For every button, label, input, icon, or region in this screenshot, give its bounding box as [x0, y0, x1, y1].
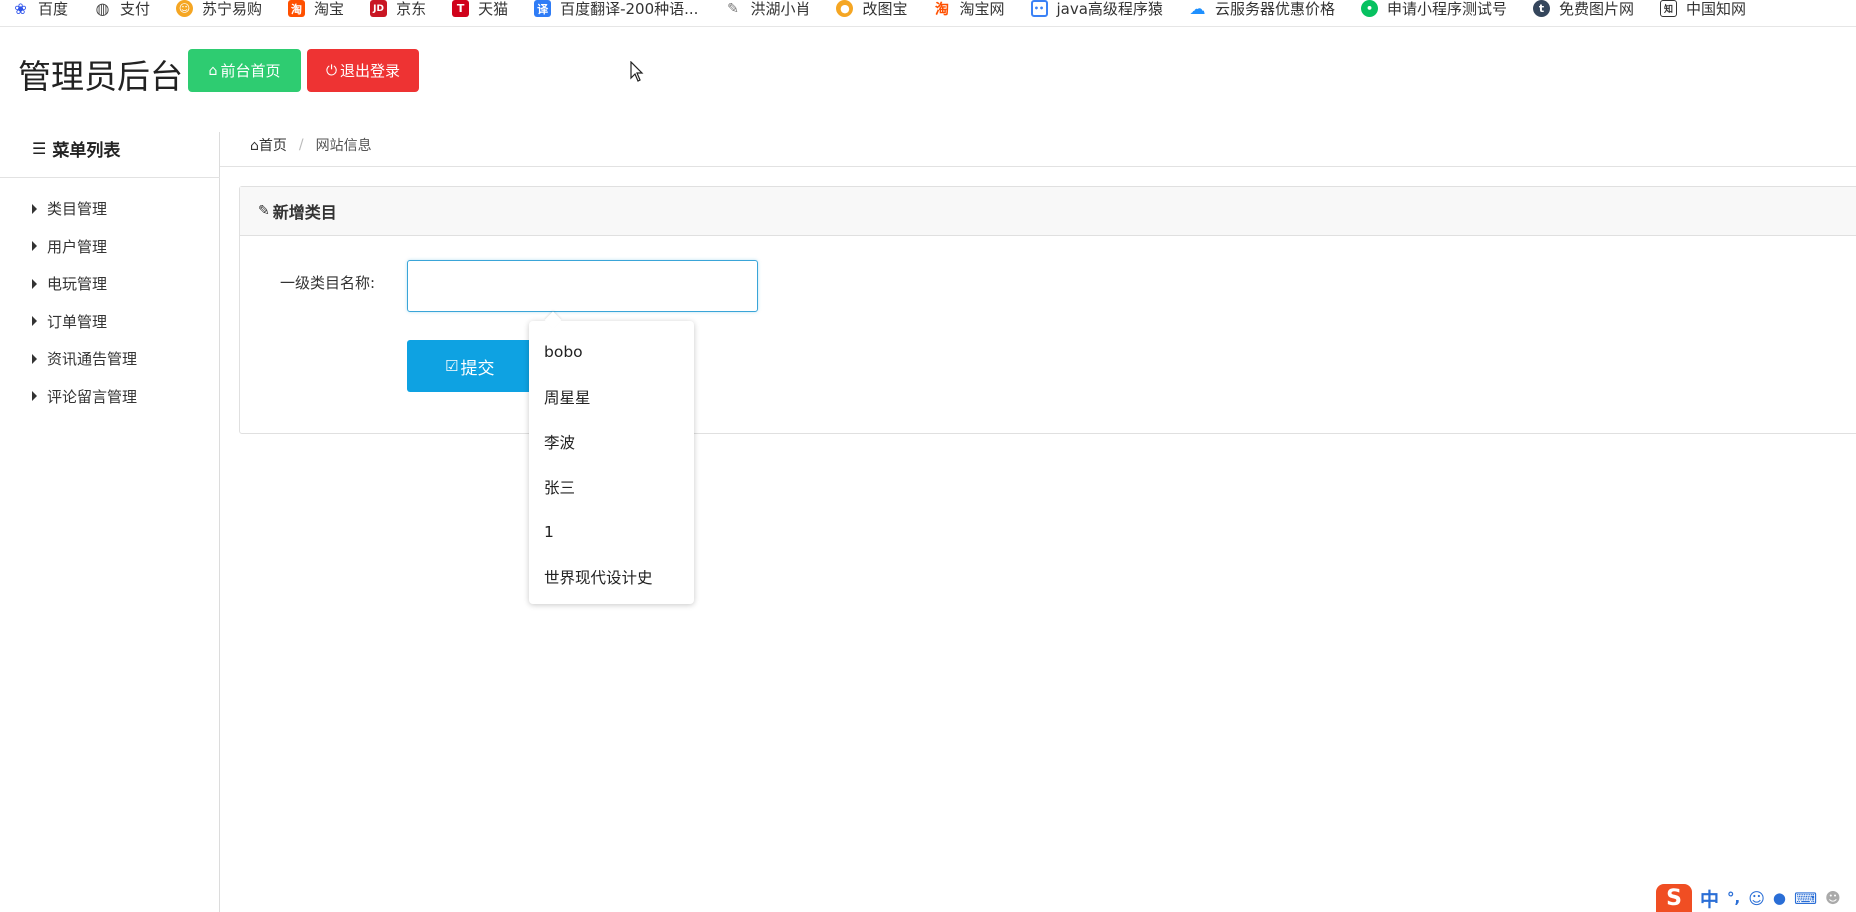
caret-right-icon — [32, 241, 37, 252]
breadcrumb-home[interactable]: ⌂首页 — [250, 135, 287, 155]
microphone-icon[interactable]: ● — [1773, 889, 1786, 907]
autocomplete-option[interactable]: 李波 — [529, 419, 694, 464]
user-icon[interactable]: ☻ — [1825, 889, 1841, 907]
baidu-paw-icon: ❀ — [12, 0, 29, 18]
admin-header: 管理员后台 ⌂ 前台首页 ⏻ 退出登录 — [0, 28, 1856, 132]
list-icon: ☰ — [32, 139, 47, 158]
bookmark-free-images[interactable]: t 免费图片网 — [1532, 0, 1634, 22]
sogou-logo-icon[interactable]: S — [1656, 884, 1692, 912]
menu-list-title: ☰ 菜单列表 — [32, 139, 121, 161]
ime-mode-toggle[interactable]: 中 — [1700, 885, 1719, 912]
mouse-cursor-icon — [630, 61, 644, 82]
autocomplete-option[interactable]: 周星星 — [529, 374, 694, 419]
caret-right-icon — [32, 353, 37, 364]
submit-button[interactable]: ☑ 提交 — [407, 340, 547, 392]
bookmark-java[interactable]: •• java高级程序猿 — [1030, 0, 1163, 22]
sidebar-item-games[interactable]: 电玩管理 — [0, 265, 220, 303]
emoji-icon[interactable]: ☺ — [1748, 889, 1765, 908]
bookmark-jd[interactable]: JD 京东 — [370, 0, 426, 22]
caret-right-icon — [32, 203, 37, 214]
image-edit-icon: ● — [836, 0, 854, 17]
add-category-panel: ✎ 新增类目 一级类目名称: ☑ 提交 — [239, 186, 1856, 434]
bookmark-suning[interactable]: ☺ 苏宁易购 — [176, 0, 262, 22]
sidebar-item-news[interactable]: 资讯通告管理 — [0, 340, 220, 378]
bird-icon: ✎ — [724, 0, 742, 17]
check-square-icon: ☑ — [445, 357, 459, 375]
sidebar: ☰ 菜单列表 类目管理 用户管理 电玩管理 订单管理 资讯通告管理 评论留言管理 — [0, 132, 220, 912]
caret-right-icon — [32, 391, 37, 402]
category-name-input[interactable] — [407, 260, 758, 312]
menu-divider — [0, 177, 220, 178]
breadcrumb: ⌂首页 / 网站信息 — [220, 124, 1856, 167]
home-icon: ⌂ — [250, 138, 259, 154]
bookmark-baidu-translate[interactable]: 译百度翻译-200种语... — [534, 0, 698, 22]
autocomplete-dropdown: bobo 周星星 李波 张三 1 世界现代设计史 — [529, 321, 694, 604]
bookmark-honghu[interactable]: ✎ 洪湖小肖 — [724, 0, 810, 22]
ime-toolbar: S 中 °, ☺ ● ⌨ ☻ — [1656, 884, 1856, 912]
bookmark-baidu[interactable]: ❀ 百度 — [12, 0, 68, 22]
cnki-icon: 知 — [1659, 0, 1677, 17]
autocomplete-option[interactable]: 张三 — [529, 464, 694, 509]
bookmark-gaitubao[interactable]: ● 改图宝 — [836, 0, 907, 22]
jd-icon: JD — [370, 0, 388, 17]
tmall-icon: T — [452, 0, 470, 17]
autocomplete-option[interactable]: bobo — [529, 329, 694, 374]
bookmark-taobao-net[interactable]: 淘淘宝网 — [933, 0, 1005, 22]
taobao-icon: 淘 — [288, 0, 306, 17]
autocomplete-option[interactable]: 世界现代设计史 — [529, 554, 694, 599]
taobao-icon: 淘 — [933, 0, 951, 18]
cloud-icon: ☁ — [1188, 0, 1206, 18]
page-title: 管理员后台 — [18, 57, 183, 96]
bookmark-taobao[interactable]: 淘淘宝 — [288, 0, 344, 22]
bookmark-pay[interactable]: ◍ 支付 — [94, 0, 150, 22]
bookmark-miniprogram[interactable]: • 申请小程序测试号 — [1360, 0, 1507, 22]
home-icon: ⌂ — [208, 62, 218, 79]
caret-right-icon — [32, 278, 37, 289]
robot-icon: •• — [1030, 0, 1048, 17]
bookmarks-bar: ❀ 百度 ◍ 支付 ☺ 苏宁易购 淘淘宝 JD 京东 T 天猫 译百度翻译-200种语..… — [0, 0, 1856, 27]
keyboard-icon[interactable]: ⌨ — [1794, 889, 1817, 908]
power-icon: ⏻ — [325, 62, 338, 79]
panel-heading: ✎ 新增类目 — [240, 187, 1856, 236]
bookmark-cloud[interactable]: ☁ 云服务器优惠价格 — [1188, 0, 1335, 22]
wechat-icon: • — [1360, 0, 1378, 17]
suning-lion-icon: ☺ — [176, 0, 194, 17]
tumblr-icon: t — [1532, 0, 1550, 17]
globe-icon: ◍ — [94, 0, 112, 18]
logout-button[interactable]: ⏻ 退出登录 — [307, 49, 419, 92]
translate-icon: 译 — [534, 0, 552, 17]
autocomplete-option[interactable]: 1 — [529, 509, 694, 554]
bookmark-tmall[interactable]: T 天猫 — [452, 0, 508, 22]
bookmark-cnki[interactable]: 知中国知网 — [1659, 0, 1746, 22]
sidebar-item-orders[interactable]: 订单管理 — [0, 303, 220, 341]
menu-list: 类目管理 用户管理 电玩管理 订单管理 资讯通告管理 评论留言管理 — [0, 190, 220, 415]
frontend-home-button[interactable]: ⌂ 前台首页 — [188, 49, 301, 92]
breadcrumb-current: 网站信息 — [315, 138, 372, 154]
sidebar-item-users[interactable]: 用户管理 — [0, 228, 220, 266]
ime-punctuation-toggle[interactable]: °, — [1727, 889, 1740, 907]
category-name-label: 一级类目名称: — [280, 274, 376, 292]
caret-right-icon — [32, 316, 37, 327]
sidebar-item-category[interactable]: 类目管理 — [0, 190, 220, 228]
sidebar-item-comments[interactable]: 评论留言管理 — [0, 378, 220, 416]
breadcrumb-separator: / — [298, 137, 304, 153]
edit-icon: ✎ — [258, 203, 270, 219]
